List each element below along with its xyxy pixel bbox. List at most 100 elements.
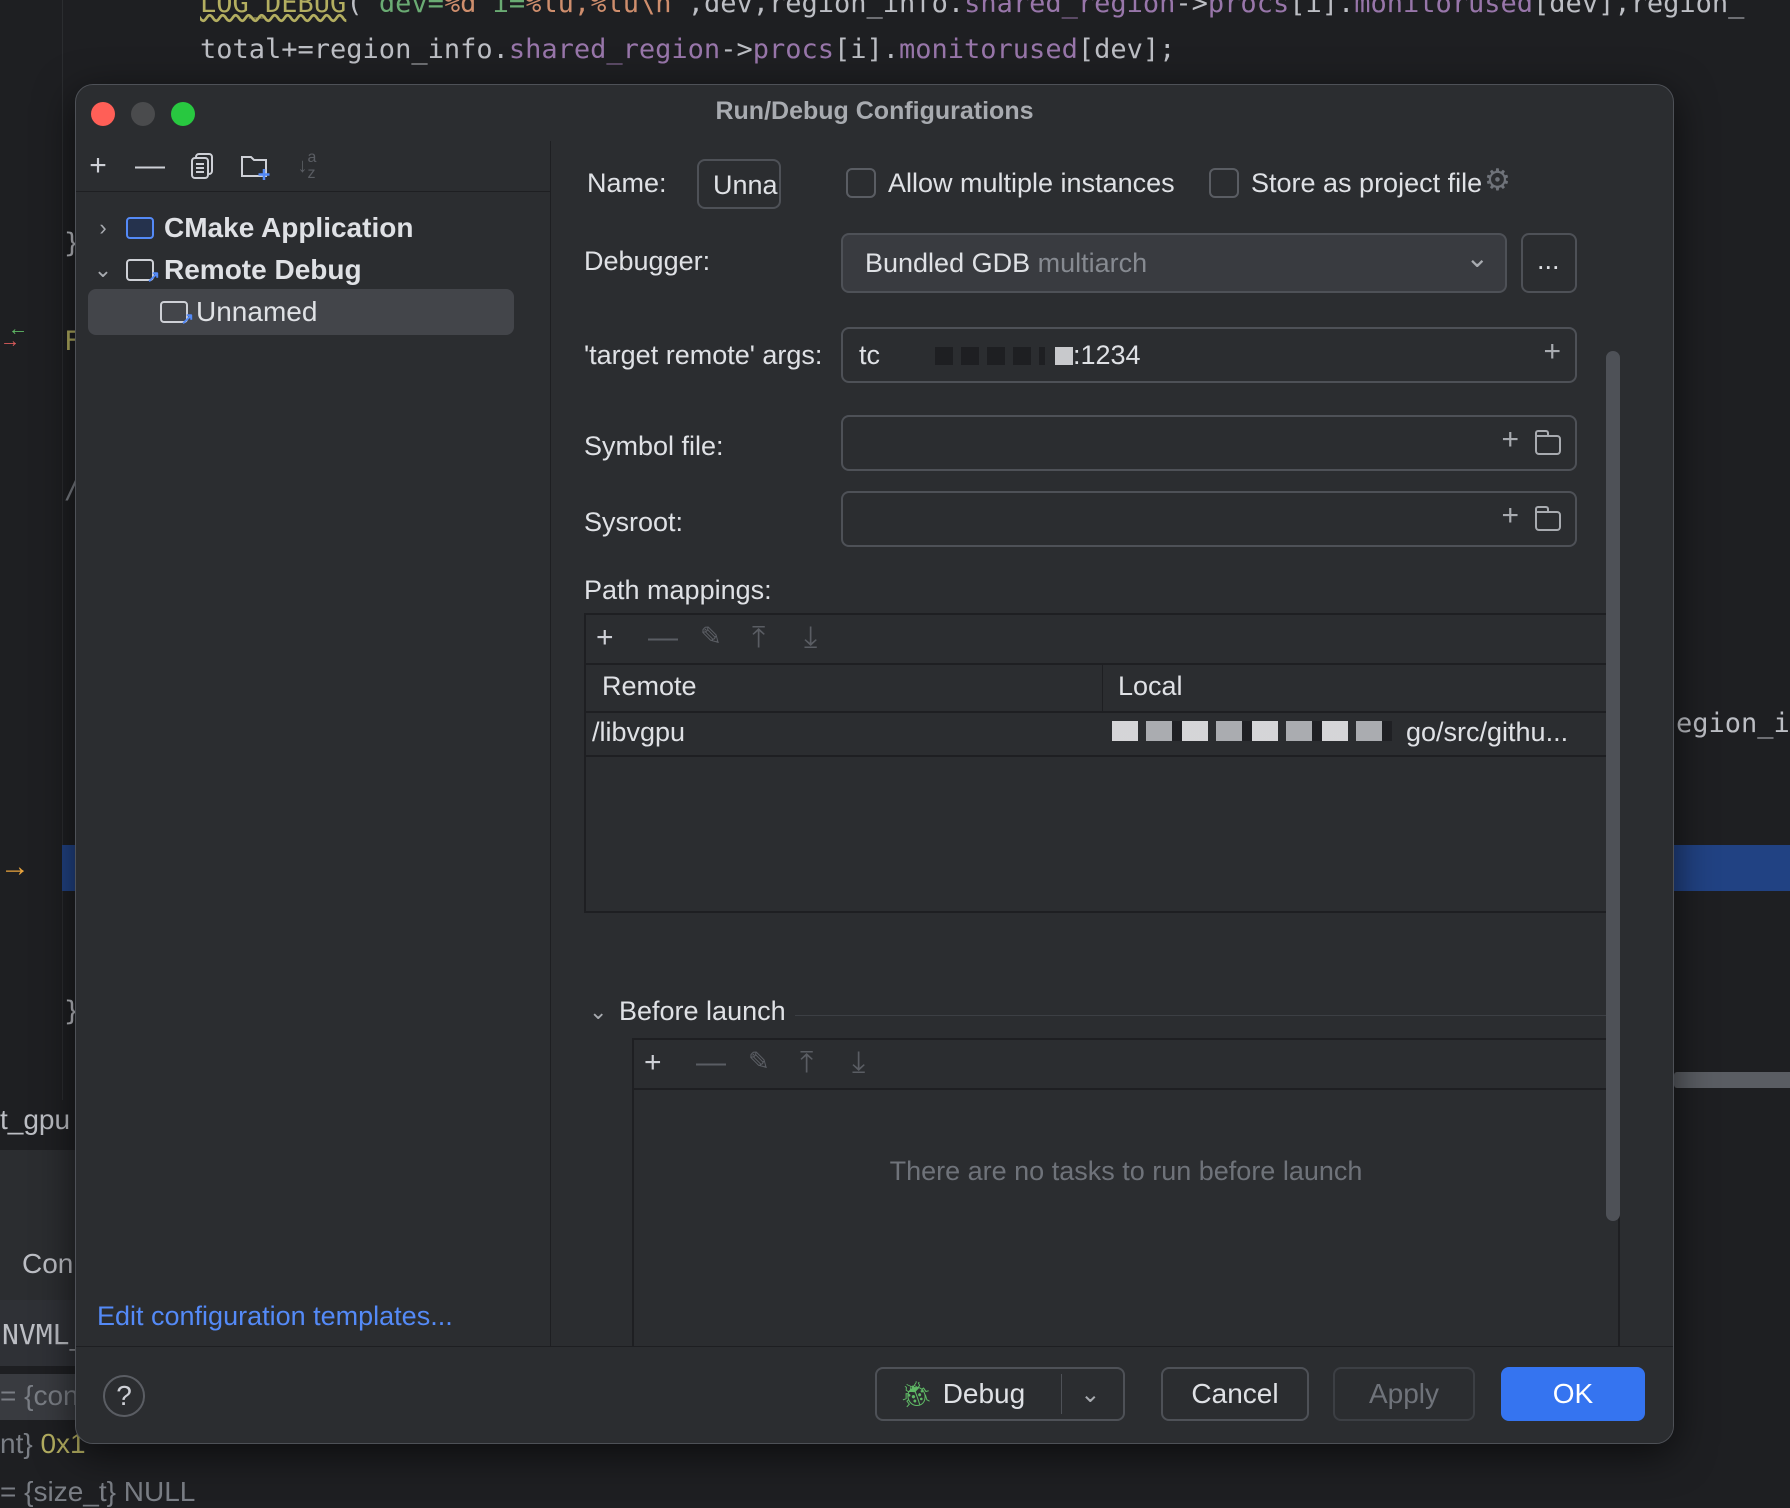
- column-header-local[interactable]: Local: [1118, 671, 1183, 702]
- sysroot-label: Sysroot:: [584, 507, 684, 537]
- target-remote-args-input[interactable]: tc :1234 +: [841, 327, 1577, 383]
- debug-panel: [0, 1150, 80, 1230]
- debug-split-button[interactable]: 🐞︎ Debug ⌄: [875, 1367, 1125, 1421]
- tree-item-label: Remote Debug: [164, 254, 362, 285]
- debugger-select-value: Bundled GDB multiarch: [865, 248, 1147, 279]
- tree-item-label: Unnamed: [196, 296, 318, 327]
- code-token: monitorused: [1354, 0, 1534, 19]
- add-icon[interactable]: +: [1501, 499, 1519, 533]
- folder-icon[interactable]: [1535, 430, 1561, 455]
- code-token: [dev];: [1077, 34, 1176, 65]
- dialog-title: Run/Debug Configurations: [715, 97, 1034, 125]
- code-fragment: egion_i: [1676, 708, 1790, 739]
- column-divider[interactable]: [1102, 663, 1103, 711]
- execution-point-arrow-icon: →: [0, 850, 30, 883]
- variable-row[interactable]: = {con: [0, 1380, 79, 1412]
- debugger-name: Bundled GDB: [865, 248, 1031, 278]
- sort-icon: ↓ a z: [297, 149, 317, 182]
- ok-button[interactable]: OK: [1501, 1367, 1645, 1421]
- code-token: LOG_DEBUG: [200, 0, 347, 19]
- code-token: %d: [443, 0, 477, 19]
- move-up-icon: ⤒: [752, 621, 766, 654]
- move-up-icon: ⤒: [800, 1046, 814, 1079]
- target-remote-args-label: 'target remote' args:: [584, 340, 823, 370]
- debug-button-label: Debug: [942, 1378, 1026, 1409]
- edit-configuration-templates-link[interactable]: Edit configuration templates...: [97, 1301, 453, 1332]
- table-row[interactable]: /libvgpu go/src/githu...: [586, 713, 1618, 757]
- code-token: ,dev,region_info.: [687, 0, 965, 19]
- code-token: i=: [476, 0, 526, 19]
- add-icon[interactable]: +: [596, 621, 614, 655]
- section-divider: [795, 1015, 1620, 1016]
- console-tab[interactable]: Con: [22, 1248, 73, 1280]
- tree-item-remote-debug[interactable]: ⌄ ↗ Remote Debug: [88, 247, 514, 293]
- copy-icon[interactable]: [186, 149, 220, 183]
- table-header-row: Remote Local: [586, 663, 1618, 713]
- allow-multiple-instances-label[interactable]: Allow multiple instances: [888, 168, 1175, 199]
- add-icon[interactable]: +: [1543, 335, 1561, 369]
- help-icon: ?: [116, 1380, 132, 1411]
- editor-horizontal-scrollbar[interactable]: [1674, 1072, 1790, 1088]
- name-input[interactable]: Unna: [697, 159, 781, 209]
- help-button[interactable]: ?: [103, 1375, 145, 1417]
- code-token: shared_region: [508, 34, 721, 65]
- editor-tab-label[interactable]: t_gpu: [0, 1104, 70, 1136]
- code-token: ->: [720, 34, 753, 65]
- symbol-file-label: Symbol file:: [584, 431, 724, 461]
- sidebar-toolbar: + — ↓ a z: [76, 141, 550, 192]
- variable-row[interactable]: nt} 0x1: [0, 1428, 86, 1460]
- store-as-project-file-checkbox[interactable]: [1209, 168, 1239, 198]
- redacted-local-path: [1112, 721, 1392, 741]
- tree-item-label: CMake Application: [164, 212, 414, 243]
- code-token: [dev],region_: [1533, 0, 1745, 19]
- code-token: procs: [752, 34, 834, 65]
- chevron-right-icon[interactable]: ›: [88, 215, 118, 241]
- before-launch-label[interactable]: Before launch: [619, 996, 786, 1027]
- symbol-file-input[interactable]: +: [841, 415, 1577, 471]
- add-icon[interactable]: +: [1501, 423, 1519, 457]
- code-line-total: total+=region_info.shared_region->procs[…: [200, 34, 1175, 65]
- remote-debug-icon: ↗: [160, 301, 194, 328]
- folder-icon[interactable]: [1535, 506, 1561, 531]
- editor-gutter: [0, 0, 63, 1100]
- path-mappings-toolbar: + — ✎ ⤒ ⤓: [586, 615, 1618, 665]
- new-folder-icon[interactable]: [239, 149, 273, 183]
- empty-tasks-message: There are no tasks to run before launch: [889, 1156, 1363, 1186]
- form-vertical-scrollbar[interactable]: [1606, 351, 1620, 1221]
- debugger-more-button[interactable]: ...: [1521, 233, 1577, 293]
- chevron-down-icon[interactable]: ⌄: [1080, 1380, 1100, 1409]
- column-header-remote[interactable]: Remote: [602, 671, 697, 702]
- tree-item-unnamed[interactable]: ↗ Unnamed: [88, 289, 514, 335]
- code-token: (: [346, 0, 363, 19]
- apply-button: Apply: [1333, 1367, 1475, 1421]
- redacted-host: [935, 347, 1045, 365]
- tree-item-cmake-application[interactable]: › CMake Application: [88, 205, 514, 251]
- chevron-down-icon[interactable]: ⌄: [589, 999, 607, 1025]
- allow-multiple-instances-checkbox[interactable]: [846, 168, 876, 198]
- cancel-button[interactable]: Cancel: [1161, 1367, 1309, 1421]
- chevron-down-icon[interactable]: ⌄: [88, 257, 118, 283]
- diff-right-arrow-icon: →: [0, 330, 20, 352]
- before-launch-toolbar: + — ✎ ⤒ ⤓: [634, 1040, 1618, 1090]
- remove-icon: —: [696, 1046, 726, 1079]
- more-button-label: ...: [1537, 245, 1560, 275]
- local-path-cell: go/src/githu...: [1406, 717, 1569, 747]
- target-args-prefix: tc: [859, 340, 881, 370]
- debugger-select[interactable]: Bundled GDB multiarch ⌄: [841, 233, 1507, 293]
- remove-icon[interactable]: —: [133, 149, 167, 183]
- dialog-titlebar[interactable]: Run/Debug Configurations: [76, 85, 1673, 141]
- code-token: ->: [1175, 0, 1208, 19]
- move-down-icon: ⤓: [804, 621, 818, 654]
- debugger-label: Debugger:: [584, 246, 711, 276]
- code-token: ": [671, 0, 688, 19]
- name-input-value: Unna: [713, 170, 778, 200]
- code-token: "dev=: [362, 0, 444, 19]
- edit-pencil-icon: ✎: [700, 621, 722, 651]
- sysroot-input[interactable]: +: [841, 491, 1577, 547]
- frame-label[interactable]: NVML_: [2, 1318, 86, 1351]
- variable-row[interactable]: = {size_t} NULL: [0, 1476, 195, 1508]
- add-icon[interactable]: +: [644, 1046, 662, 1080]
- store-as-project-file-label[interactable]: Store as project file: [1251, 168, 1482, 199]
- add-icon[interactable]: +: [81, 149, 115, 183]
- gear-icon[interactable]: ⚙: [1484, 163, 1511, 198]
